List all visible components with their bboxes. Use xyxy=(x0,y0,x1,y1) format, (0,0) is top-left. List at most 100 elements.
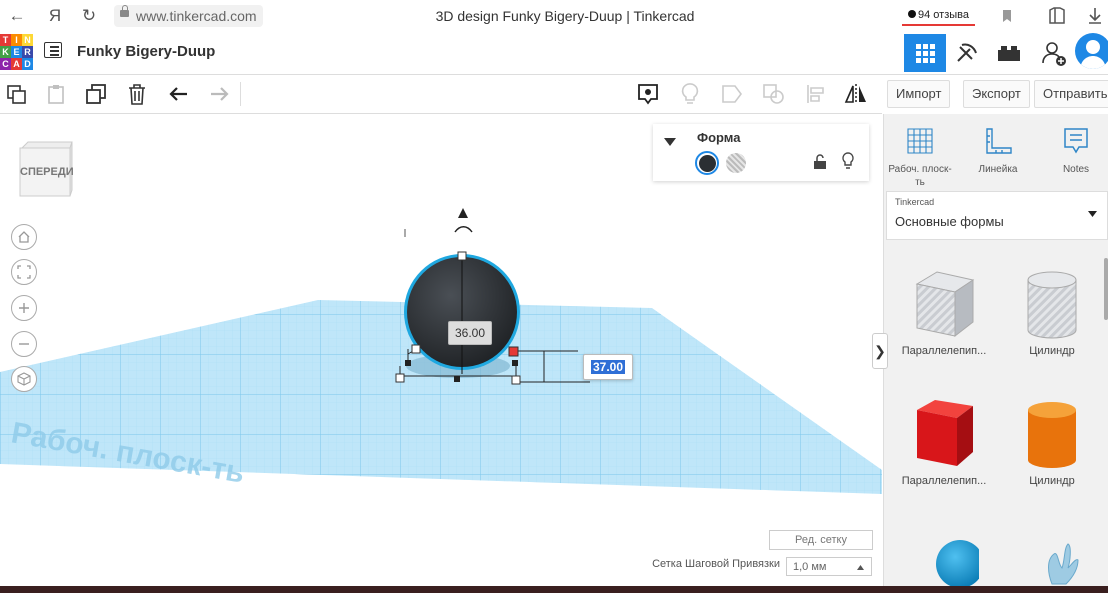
shape-card-hole-box[interactable]: Параллелепип... xyxy=(894,266,994,357)
edge-handle[interactable] xyxy=(454,376,460,382)
pickaxe-icon xyxy=(957,43,977,62)
add-user-icon xyxy=(1042,42,1066,66)
lock-icon xyxy=(120,5,129,17)
undo-button[interactable] xyxy=(165,80,193,108)
minus-icon xyxy=(19,343,29,345)
copy-button[interactable] xyxy=(2,80,30,108)
redo-button[interactable] xyxy=(205,80,233,108)
shape-card-sphere[interactable] xyxy=(894,536,994,589)
blocks-tab[interactable] xyxy=(946,34,988,72)
edge-handle[interactable] xyxy=(512,360,518,366)
send-button[interactable]: Отправить xyxy=(1034,80,1108,108)
light-bulb-button[interactable] xyxy=(676,80,704,108)
bricks-tab[interactable] xyxy=(988,34,1030,72)
copy-icon xyxy=(7,85,26,104)
height-dimension-input[interactable]: 37.00 xyxy=(583,354,633,380)
reload-icon[interactable]: ↻ xyxy=(78,5,100,27)
edge-handle[interactable] xyxy=(405,360,411,366)
page-title: 3D design Funky Bigery-Duup | Tinkercad xyxy=(435,8,695,24)
design-menu-icon[interactable] xyxy=(44,42,62,58)
ruler-tool-label: Линейка xyxy=(978,164,1018,175)
perspective-button[interactable] xyxy=(11,366,37,392)
solid-option[interactable] xyxy=(695,151,719,175)
notes-tool[interactable]: Notes xyxy=(1041,126,1108,176)
logo-letter: A xyxy=(11,58,22,70)
hole-cylinder-icon xyxy=(1027,271,1077,339)
shape-card-hole-cylinder[interactable]: Цилиндр xyxy=(1002,266,1102,357)
corner-handle[interactable] xyxy=(411,344,421,354)
fit-icon xyxy=(17,265,31,279)
shape-library-select[interactable]: Tinkercad Основные формы xyxy=(886,191,1108,240)
collections-icon[interactable] xyxy=(1046,6,1068,26)
paste-button[interactable] xyxy=(42,80,70,108)
light-bulb-icon xyxy=(681,83,699,104)
import-button[interactable]: Импорт xyxy=(887,80,951,108)
mirror-icon xyxy=(844,84,866,104)
tinkercad-logo[interactable]: TINKERCAD xyxy=(0,34,33,70)
cylinder-icon xyxy=(1028,402,1076,468)
url-text: www.tinkercad.com xyxy=(136,8,257,24)
hole-option[interactable] xyxy=(726,153,746,173)
active-handle[interactable] xyxy=(508,346,519,357)
ungroup-icon xyxy=(763,84,784,104)
dropdown-caret-icon xyxy=(1088,211,1097,217)
collapse-panel-button[interactable]: ❯ xyxy=(872,333,888,369)
lift-arrow-icon[interactable] xyxy=(458,208,468,218)
zoom-in-button[interactable] xyxy=(11,295,37,321)
duplicate-button[interactable] xyxy=(82,80,110,108)
home-icon xyxy=(18,231,30,243)
width-dimension[interactable]: 36.00 xyxy=(448,321,492,345)
notes-toggle-button[interactable] xyxy=(634,80,662,108)
reviews-button[interactable]: 94 отзыва xyxy=(902,6,975,26)
view-cube[interactable]: СПЕРЕДИ xyxy=(18,140,74,200)
top-handle[interactable] xyxy=(457,251,467,261)
unlock-icon[interactable] xyxy=(813,154,827,170)
view-cube-label: СПЕРЕДИ xyxy=(20,166,74,178)
workplane-icon xyxy=(907,128,933,154)
reviews-label: 94 отзыва xyxy=(918,9,969,21)
shape-panel-title: Форма xyxy=(697,130,741,145)
panel-scrollbar[interactable] xyxy=(1104,258,1108,320)
add-user-button[interactable] xyxy=(1033,34,1075,72)
group-button[interactable] xyxy=(718,80,746,108)
os-taskbar xyxy=(0,586,1108,593)
delete-button[interactable] xyxy=(123,80,151,108)
home-view-button[interactable] xyxy=(11,224,37,250)
rotate-arc-icon[interactable] xyxy=(454,226,473,233)
corner-handle[interactable] xyxy=(511,375,521,385)
plus-icon xyxy=(19,303,29,313)
address-bar[interactable]: www.tinkercad.com xyxy=(114,5,263,27)
ruler-tool[interactable]: Линейка xyxy=(963,126,1033,176)
shape-card-cylinder[interactable]: Цилиндр xyxy=(1002,396,1102,487)
duplicate-icon xyxy=(86,84,106,104)
design-title[interactable]: Funky Bigery-Duup xyxy=(77,32,215,72)
edit-grid-button[interactable]: Ред. сетку xyxy=(769,530,873,550)
export-button[interactable]: Экспорт xyxy=(963,80,1030,108)
workplane-tool[interactable]: Рабоч. плоск-ть xyxy=(885,126,955,189)
yandex-button[interactable]: Я xyxy=(44,5,66,27)
box-icon xyxy=(917,400,973,466)
shape-card-label: Цилиндр xyxy=(1029,345,1075,357)
redo-icon xyxy=(211,87,229,101)
shape-card-label: Параллелепип... xyxy=(901,345,987,357)
3d-view-tab[interactable] xyxy=(904,34,946,72)
download-icon[interactable] xyxy=(1086,6,1104,26)
user-avatar[interactable] xyxy=(1075,33,1108,69)
visibility-bulb-icon[interactable] xyxy=(841,152,855,170)
fit-view-button[interactable] xyxy=(11,259,37,285)
collapse-triangle-icon[interactable] xyxy=(664,138,676,146)
mirror-button[interactable] xyxy=(842,80,870,108)
back-arrow-icon[interactable]: ← xyxy=(6,5,28,27)
shape-card-scribble[interactable] xyxy=(1002,540,1102,589)
workplane-tool-label: Рабоч. плоск-ть xyxy=(888,164,952,188)
workplane-scene: Рабоч. плоск-ть xyxy=(0,208,882,494)
ungroup-button[interactable] xyxy=(760,80,788,108)
shape-card-box[interactable]: Параллелепип... xyxy=(894,396,994,487)
corner-handle[interactable] xyxy=(395,373,405,383)
snap-grid-select[interactable]: 1,0 мм xyxy=(786,557,872,576)
3d-canvas[interactable]: Рабоч. плоск-ть 36.00 37.00 xyxy=(0,114,882,586)
bookmark-icon[interactable] xyxy=(1000,8,1014,24)
align-button[interactable] xyxy=(802,80,830,108)
zoom-out-button[interactable] xyxy=(11,331,37,357)
sphere-icon xyxy=(936,540,984,588)
